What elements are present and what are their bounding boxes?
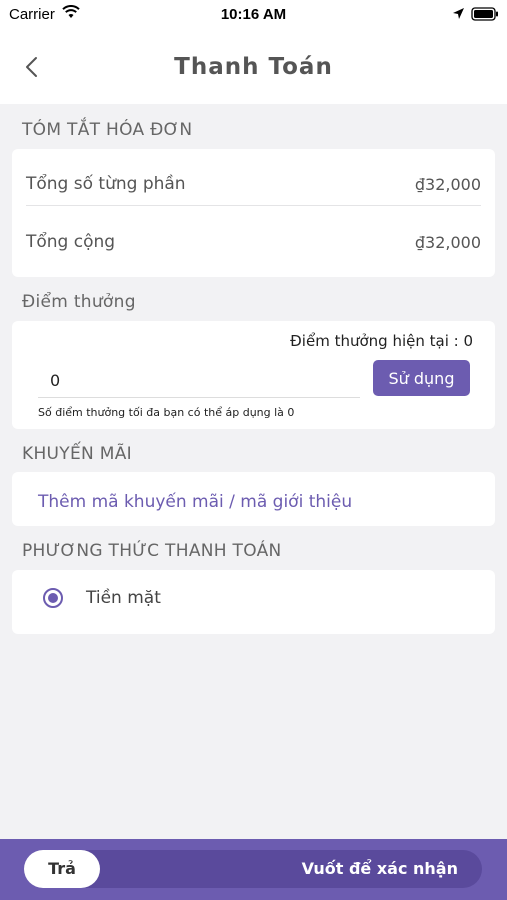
promotion-card: Thêm mã khuyến mãi / mã giới thiệu [12,472,495,526]
use-points-button[interactable]: Sử dụng [373,360,470,396]
cash-payment-label[interactable]: Tiền mặt [86,588,161,608]
subtotal-label: Tổng số từng phần [26,174,186,194]
location-arrow-icon [452,7,465,25]
total-label: Tổng cộng [26,232,116,252]
battery-icon [471,7,499,26]
divider [26,205,481,206]
total-value: ₫32,000 [414,233,481,252]
swipe-instruction-text: Vuốt để xác nhận [301,859,458,878]
subtotal-value: ₫32,000 [414,175,481,194]
current-points-text: Điểm thưởng hiện tại : 0 [290,332,473,350]
footer-bar: Trả Vuốt để xác nhận [0,839,507,900]
swipe-to-confirm-slider[interactable]: Trả Vuốt để xác nhận [24,850,482,888]
payment-card: Tiền mặt [12,570,495,634]
invoice-section-title: TÓM TẮT HÓA ĐƠN [22,120,193,140]
status-bar: Carrier 10:16 AM [0,0,507,30]
cash-radio-button[interactable] [43,588,63,608]
slider-thumb[interactable]: Trả [24,850,100,888]
radio-selected-dot [48,593,58,603]
status-time: 10:16 AM [220,6,287,23]
page-title: Thanh Toán [174,54,333,80]
nav-bar: Thanh Toán [0,30,507,104]
points-hint: Số điểm thưởng tối đa bạn có thể áp dụng… [38,406,295,419]
promotion-section-title: KHUYẾN MÃI [22,444,132,464]
payment-section-title: PHƯƠNG THỨC THANH TOÁN [22,541,282,561]
add-promo-code-link[interactable]: Thêm mã khuyến mãi / mã giới thiệu [38,492,352,512]
invoice-card: Tổng số từng phần ₫32,000 Tổng cộng ₫32,… [12,149,495,277]
points-input[interactable] [38,364,360,398]
points-section-title: Điểm thưởng [22,292,136,312]
points-card: Điểm thưởng hiện tại : 0 Sử dụng Số điểm… [12,321,495,429]
